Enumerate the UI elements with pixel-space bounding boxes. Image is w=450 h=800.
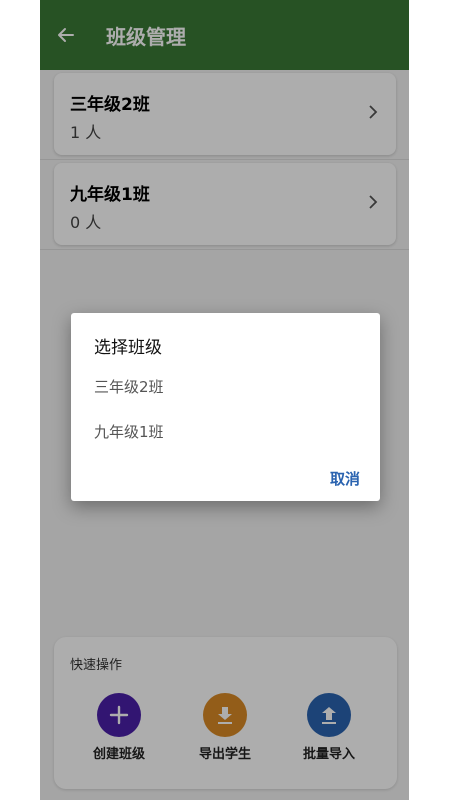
cancel-button[interactable]: 取消	[330, 468, 360, 489]
dialog-option[interactable]: 三年级2班	[94, 376, 164, 397]
select-class-dialog: 选择班级 三年级2班 九年级1班 取消	[71, 313, 380, 501]
screen: 班级管理 三年级2班 1 人 九年级1班 0 人 快速操作 创建班级 导出学生 …	[40, 0, 409, 800]
dialog-option[interactable]: 九年级1班	[94, 421, 164, 442]
dialog-title: 选择班级	[94, 338, 162, 358]
